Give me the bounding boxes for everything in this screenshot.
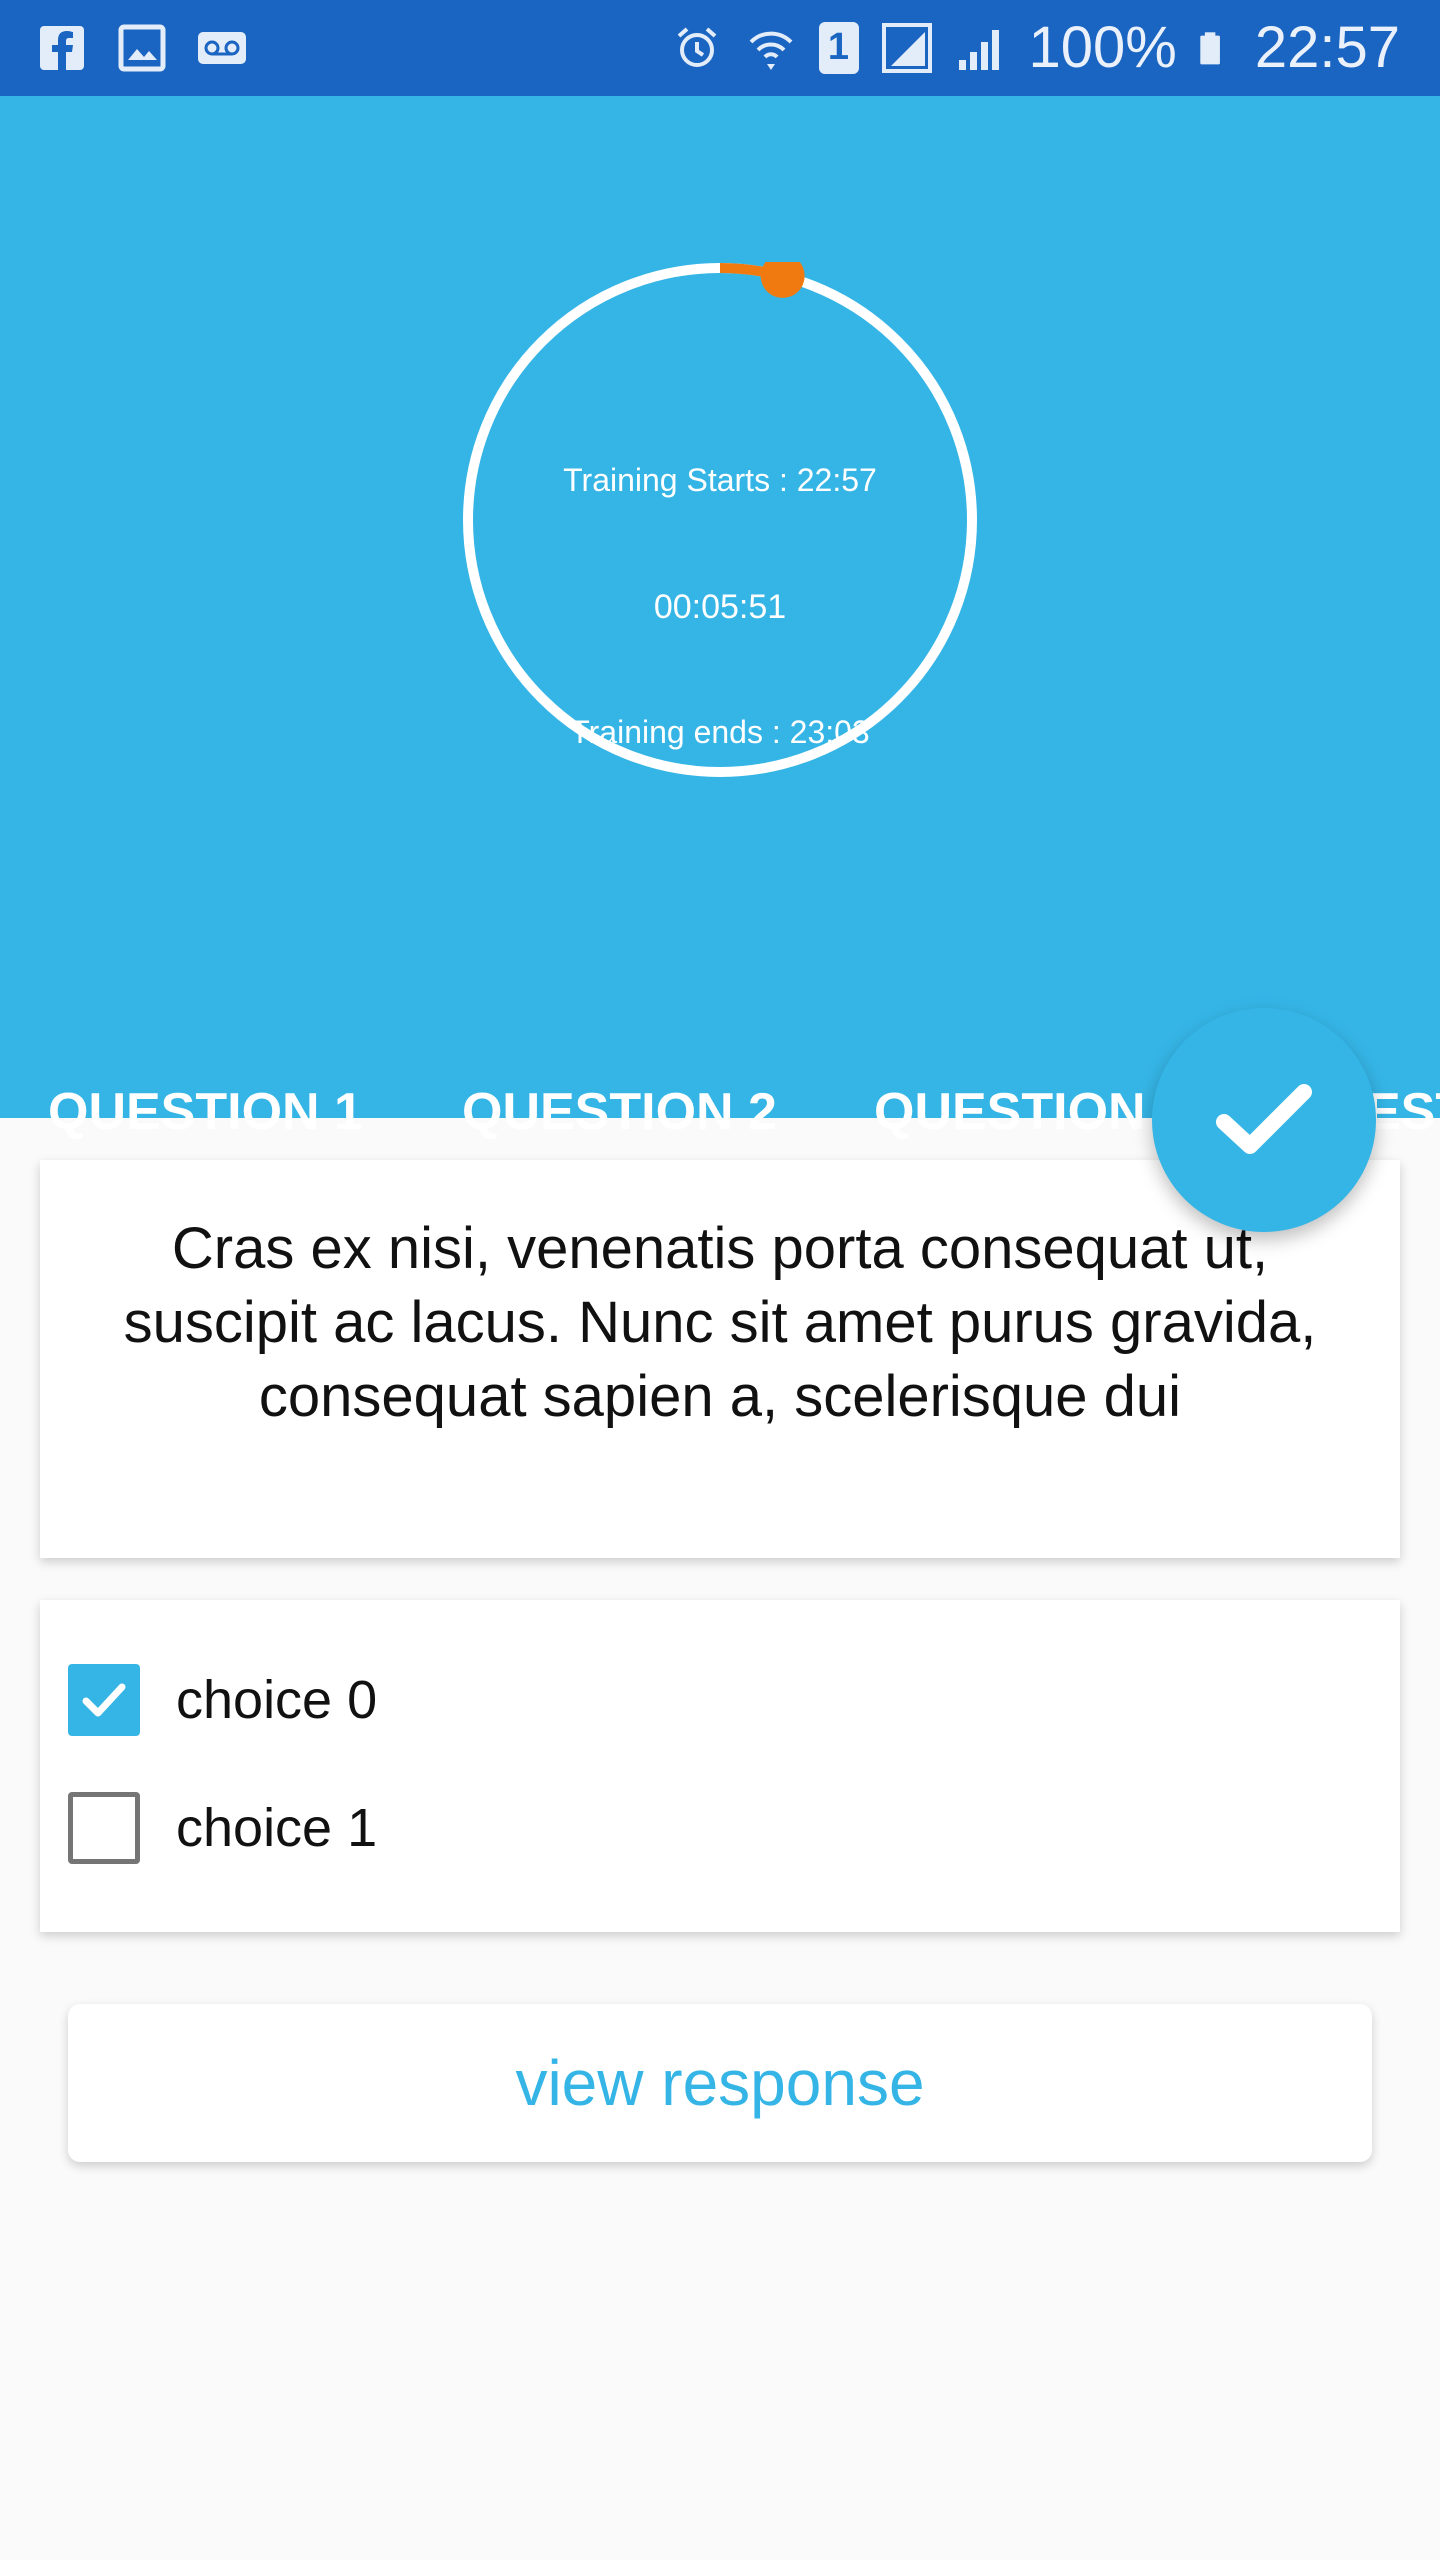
alarm-icon	[677, 26, 716, 67]
choice-0[interactable]: choice 0	[68, 1664, 377, 1736]
battery-percent: 100%	[1028, 15, 1177, 80]
status-time: 22:57	[1254, 15, 1400, 80]
gallery-icon	[118, 24, 166, 72]
sim-icon: 1	[818, 21, 859, 74]
choice-label: choice 0	[176, 1670, 378, 1730]
timer-progress-knob	[760, 262, 805, 298]
signal-icon	[958, 29, 999, 70]
question-text: Cras ex nisi, venenatis porta consequat …	[123, 1216, 1317, 1429]
facebook-icon	[40, 26, 84, 70]
training-end-label: Training ends : 23:03	[570, 714, 870, 750]
view-response-button[interactable]: view response	[68, 2004, 1372, 2162]
status-right-icons: 1 100% 22:57	[671, 14, 1400, 81]
network-icon	[881, 22, 932, 73]
wifi-icon	[749, 31, 792, 70]
question-card: Cras ex nisi, venenatis porta consequat …	[40, 1160, 1400, 1558]
timer-ring	[463, 262, 977, 777]
training-start-label: Training Starts : 22:57	[563, 462, 877, 498]
tab-question-1[interactable]: QUESTION 1	[48, 1082, 363, 1142]
submit-answer-button[interactable]	[1152, 1008, 1376, 1232]
status-bar: 1 100% 22:57	[0, 0, 1440, 96]
choice-1[interactable]: choice 1	[68, 1792, 377, 1864]
voicemail-icon	[198, 32, 246, 64]
choice-label: choice 1	[176, 1798, 378, 1858]
checkbox-unchecked[interactable]	[68, 1792, 140, 1864]
checkbox-checked[interactable]	[68, 1664, 140, 1736]
header: Training Starts : 22:57 00:05:51 Trainin…	[0, 96, 1440, 1214]
tab-question-2[interactable]: QUESTION 2	[462, 1082, 777, 1142]
tab-question-3[interactable]: QUESTION 3	[874, 1082, 1189, 1142]
choices-card	[40, 1600, 1400, 1932]
training-timer: Training Starts : 22:57 00:05:51 Trainin…	[462, 262, 978, 778]
checkmark-icon	[82, 1683, 126, 1717]
elapsed-time: 00:05:51	[653, 588, 787, 626]
check-icon	[1216, 1084, 1312, 1154]
battery-icon	[1200, 31, 1220, 64]
status-left-icons	[36, 22, 248, 74]
